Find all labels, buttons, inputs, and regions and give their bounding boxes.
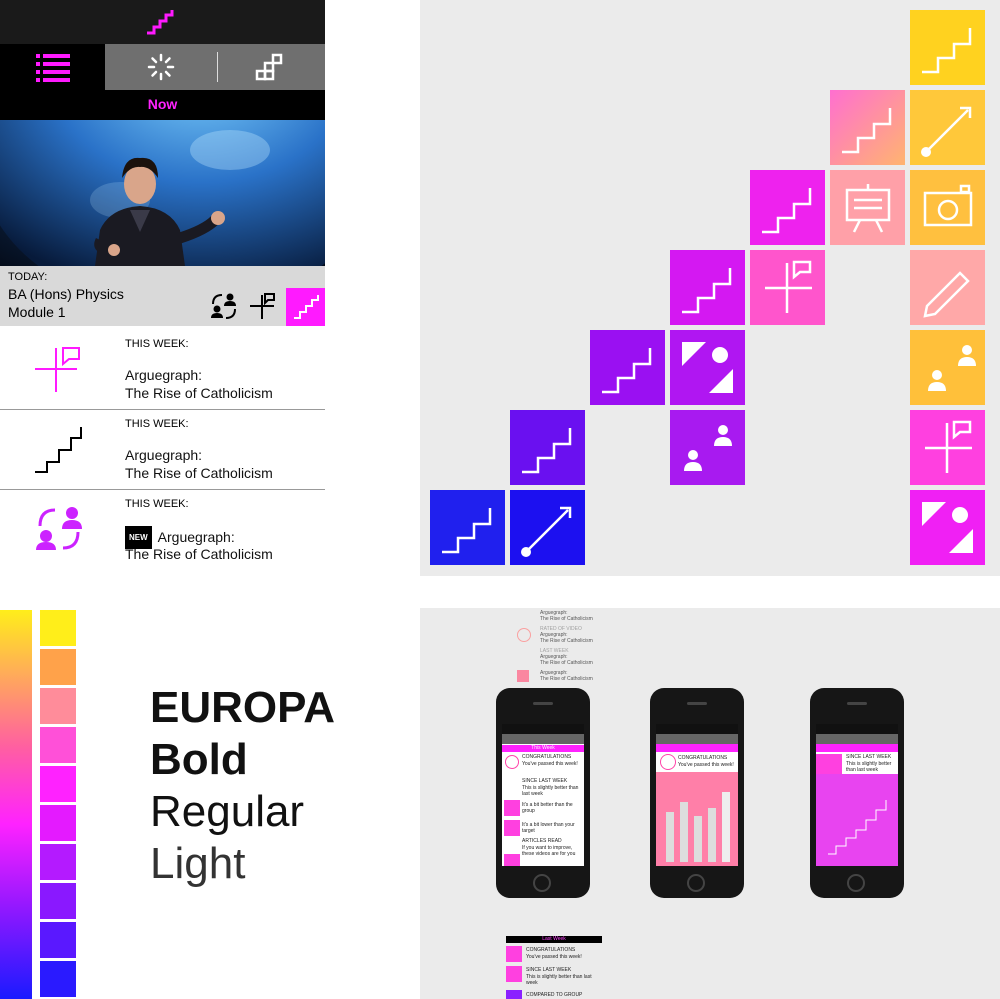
today-panel: TODAY: BA (Hons) Physics Module 1	[0, 266, 325, 326]
top-bar	[0, 0, 325, 44]
list-item[interactable]: THIS WEEK: Arguegraph: The Rise of Catho…	[0, 330, 325, 410]
tab-progress[interactable]	[218, 44, 325, 90]
tab-now[interactable]	[105, 44, 217, 90]
phone-mockups-panel: Arguegraph: The Rise of Catholicism RATE…	[420, 608, 1000, 999]
stairs-icon	[35, 427, 82, 473]
passed-text: You've passed this week!	[678, 762, 734, 768]
passed-text: You've passed this week!	[522, 761, 578, 767]
brand-typography-panel: EUROPA Bold Regular Light	[0, 608, 418, 999]
module-label: Module 1	[8, 304, 66, 320]
stairs-logo-icon	[147, 10, 174, 35]
arguegraph-icon	[35, 347, 80, 392]
phone-mockup: CONGRATULATIONS You've passed this week!	[650, 688, 744, 898]
week-header: This Week	[502, 745, 584, 752]
photo-illustration	[0, 120, 325, 266]
row-label: THIS WEEK:	[125, 498, 189, 510]
font-weight-light: Light	[150, 839, 246, 888]
bar-chart-panel	[656, 772, 738, 866]
row-title: Arguegraph:	[125, 367, 203, 383]
passed-text: You've passed this week!	[526, 954, 582, 960]
app-screen: Now TODAY: BA (Hons) Physics Module 1 TH…	[0, 0, 325, 576]
stairs-outline-icon	[255, 53, 282, 81]
row-label: THIS WEEK:	[125, 418, 189, 430]
menu-icon	[35, 54, 70, 82]
lastweek-header: Last Week	[506, 936, 602, 943]
palette-swatches	[40, 610, 76, 999]
font-weight-bold: Bold	[150, 735, 248, 784]
tab-bar	[0, 44, 325, 90]
stairs-icon	[828, 800, 887, 855]
tab-menu[interactable]	[0, 44, 105, 90]
faded-list: Arguegraph: The Rise of Catholicism RATE…	[512, 608, 622, 686]
phone-screen: This Week CONGRATULATIONS You've passed …	[502, 724, 584, 866]
circle-icon	[517, 628, 531, 642]
loading-icon	[147, 53, 175, 81]
phone-mockup: This Week CONGRATULATIONS You've passed …	[496, 688, 590, 898]
faded-list-bottom: Last Week CONGRATULATIONS You've passed …	[506, 934, 602, 999]
better-text: This is slightly better than last week	[522, 785, 579, 797]
list-item[interactable]: THIS WEEK: NEW Arguegraph: The Rise of Ca…	[0, 490, 325, 569]
bit-lower-text: It's a bit lower than your target	[522, 822, 575, 834]
today-label: TODAY:	[8, 271, 48, 283]
row-subtitle: The Rise of Catholicism	[125, 385, 273, 401]
compared-label: COMPARED TO GROUP	[526, 992, 583, 998]
since-label: SINCE LAST WEEK	[846, 754, 892, 760]
phone-screen: CONGRATULATIONS You've passed this week!	[656, 724, 738, 866]
exchange-icon	[36, 507, 82, 550]
better-text: This is slightly better than last week	[526, 974, 592, 986]
row-title: Arguegraph:	[125, 447, 203, 463]
bit-better-text: It's a bit better than the group	[522, 802, 573, 814]
list-sub: The Rise of Catholicism	[540, 616, 593, 622]
font-weight-regular: Regular	[150, 787, 305, 836]
improve-text: If you want to improve, these videos are…	[522, 845, 576, 857]
gradient-swatch	[0, 610, 32, 999]
row-subtitle: The Rise of Catholicism	[125, 465, 273, 481]
exchange-icon[interactable]	[210, 292, 238, 320]
row-subtitle: The Rise of Catholicism	[125, 546, 273, 562]
icon-tile-mosaic	[420, 0, 1000, 576]
arguegraph-icon[interactable]	[248, 292, 276, 320]
stairs-icon	[294, 295, 319, 319]
progress-tile[interactable]	[286, 288, 325, 326]
puzzle-tile	[517, 670, 529, 682]
now-label: Now	[147, 96, 178, 112]
tile-grid	[430, 10, 985, 565]
row-title-text: Arguegraph:	[157, 529, 235, 545]
phone-mockup: SINCE LAST WEEK This is slightly better …	[810, 688, 904, 898]
list-sub: The Rise of Catholicism	[540, 676, 593, 682]
since-label: SINCE LAST WEEK	[526, 967, 572, 973]
font-name: EUROPA	[150, 683, 335, 732]
row-label: THIS WEEK:	[125, 338, 189, 350]
congrats-label: CONGRATULATIONS	[522, 754, 572, 760]
better-text: This is slightly better than last week	[846, 761, 892, 773]
phone-screen: SINCE LAST WEEK This is slightly better …	[816, 724, 898, 866]
list-sub: The Rise of Catholicism	[540, 660, 593, 666]
articles-label: ARTICLES READ	[522, 838, 562, 844]
since-label: SINCE LAST WEEK	[522, 778, 568, 784]
list-item[interactable]: THIS WEEK: Arguegraph: The Rise of Catho…	[0, 410, 325, 490]
lecturer-photo	[0, 120, 325, 266]
list-sub: The Rise of Catholicism	[540, 638, 593, 644]
course-title: BA (Hons) Physics	[8, 286, 124, 302]
congrats-label: CONGRATULATIONS	[526, 947, 576, 953]
stairs-chart-panel	[816, 774, 898, 866]
congrats-label: CONGRATULATIONS	[678, 755, 728, 761]
